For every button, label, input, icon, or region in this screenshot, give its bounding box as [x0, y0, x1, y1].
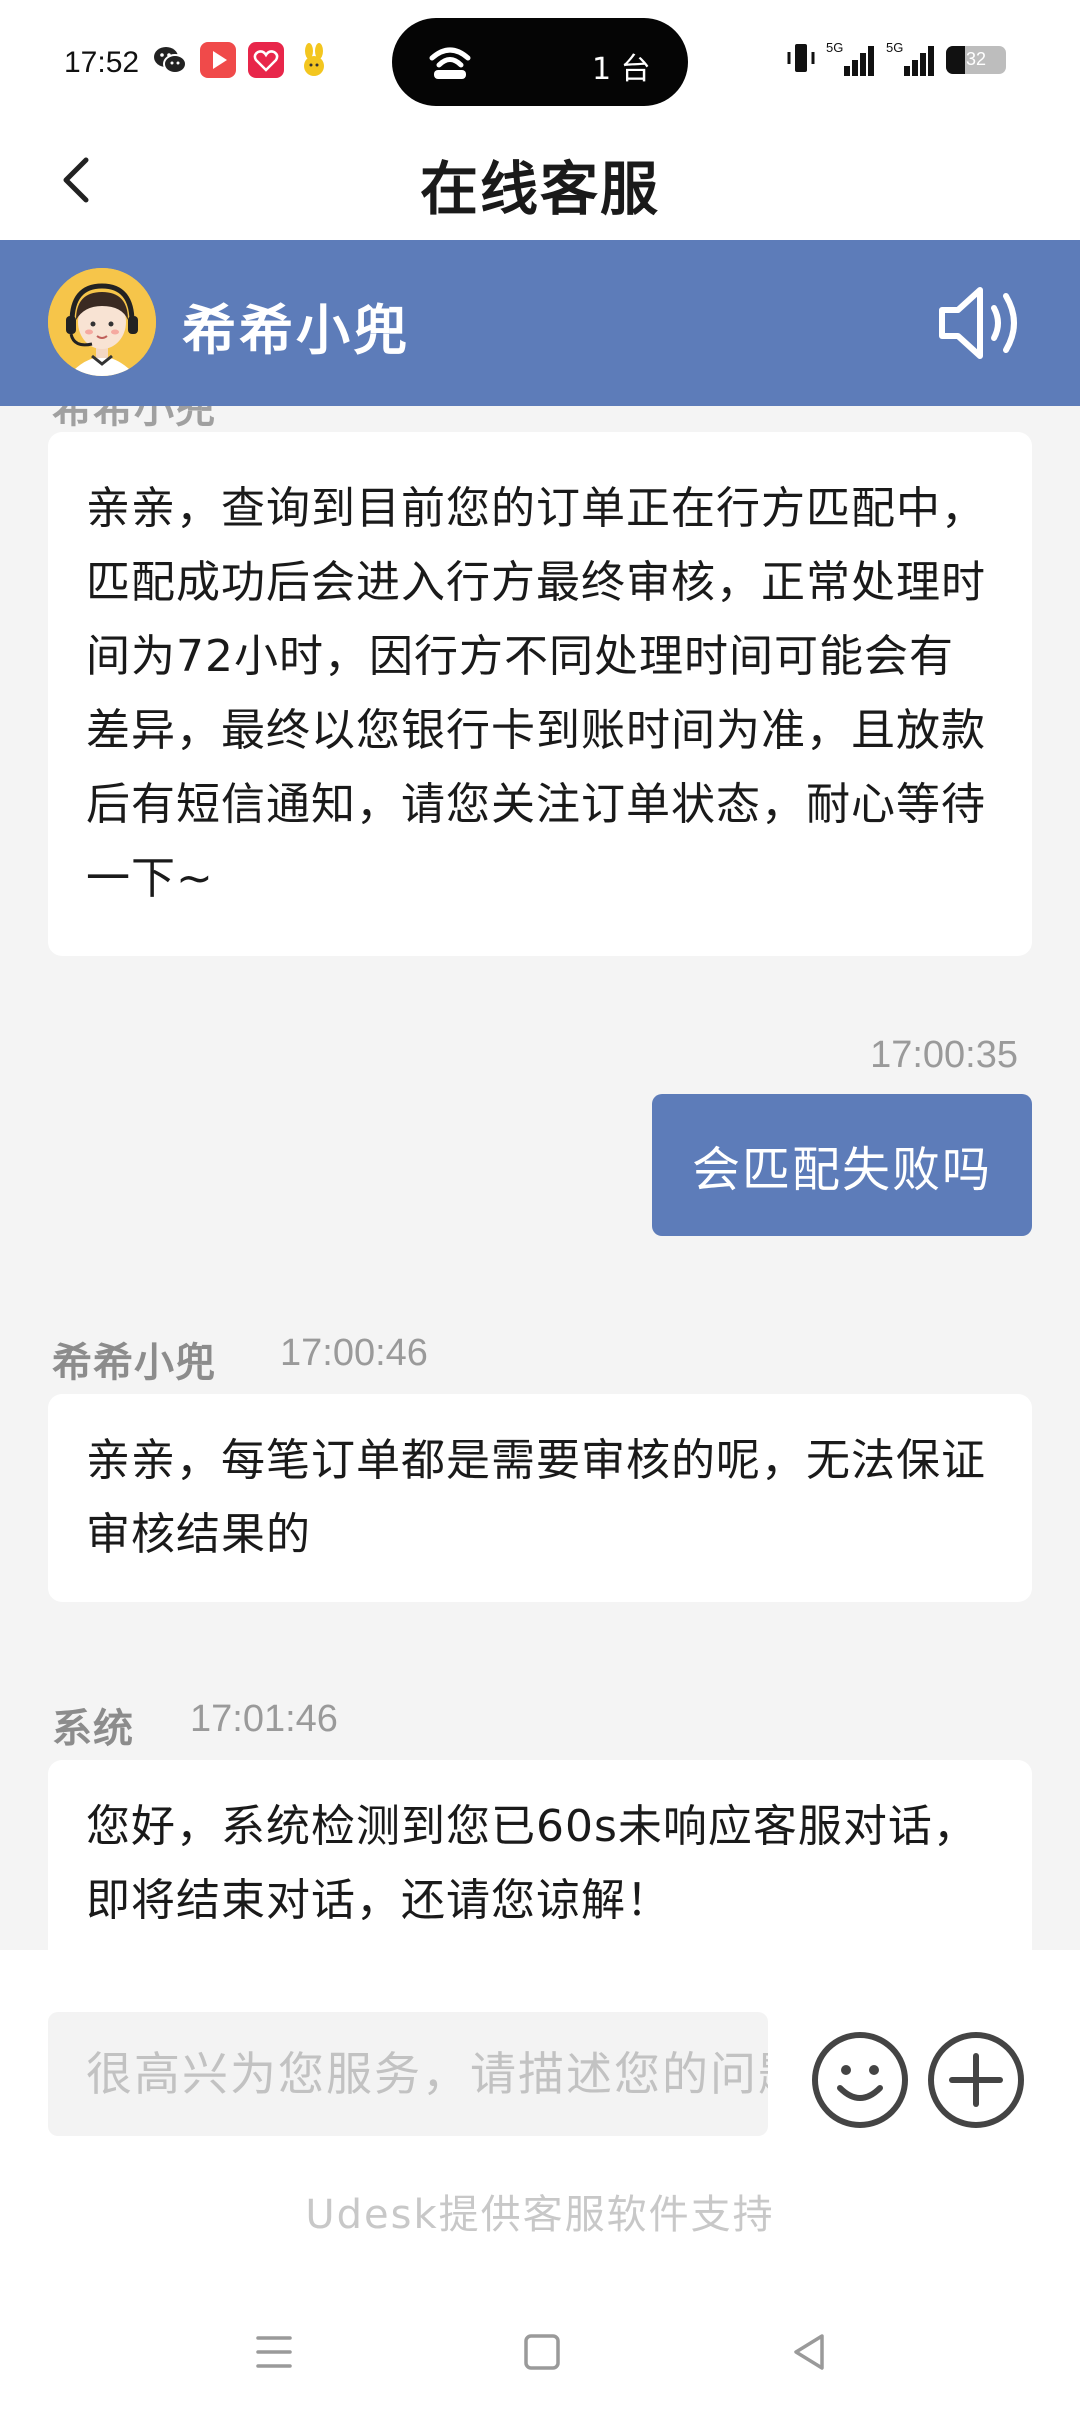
battery-icon: 32	[946, 46, 1006, 74]
status-bar: 17:52 1 台 5G 5G 32	[0, 0, 1080, 120]
emoji-icon[interactable]	[810, 2030, 910, 2130]
message-bubble-system: 您好，系统检测到您已60s未响应客服对话，即将结束对话，还请您谅解！	[48, 1760, 1032, 1950]
plus-circle-icon[interactable]	[926, 2030, 1026, 2130]
system-indicators: 5G 5G 32	[786, 40, 1006, 80]
message-text: 亲亲，每笔订单都是需要审核的呢，无法保证审核结果的	[86, 1435, 986, 1560]
message-bubble-user: 会匹配失败吗	[651, 1094, 1032, 1236]
page-title: 在线客服	[419, 155, 660, 223]
menu-icon[interactable]	[244, 2322, 304, 2382]
message-time: 17:00:35	[870, 1034, 1018, 1076]
signal-2-icon: 5G	[886, 41, 936, 78]
message-text: 会匹配失败吗	[691, 1142, 992, 1198]
speaker-icon[interactable]	[934, 280, 1030, 366]
input-placeholder: 很高兴为您服务，请描述您的问题	[86, 2047, 768, 2101]
agent-name: 希希小兜	[182, 299, 410, 362]
system-nav-bar	[0, 2300, 1080, 2412]
nav-header: 在线客服	[0, 120, 1080, 240]
wechat-icon	[152, 42, 188, 78]
message-time: 17:00:46	[280, 1332, 428, 1374]
clipped-sender-name: 希希小兜	[52, 406, 216, 432]
agent-bar: 希希小兜	[0, 240, 1080, 406]
message-bubble-agent: 亲亲，查询到目前您的订单正在行方匹配中，匹配成功后会进入行方最终审核，正常处理时…	[48, 432, 1032, 956]
message-text: 您好，系统检测到您已60s未响应客服对话，即将结束对话，还请您谅解！	[86, 1801, 978, 1926]
status-time: 17:52	[64, 46, 140, 79]
vibrate-icon	[786, 40, 816, 80]
back-triangle-icon[interactable]	[780, 2322, 840, 2382]
home-square-icon[interactable]	[512, 2322, 572, 2382]
hotspot-icon	[428, 42, 472, 86]
message-input[interactable]: 很高兴为您服务，请描述您的问题	[48, 2012, 768, 2136]
notification-icons	[152, 42, 332, 78]
signal-1-icon: 5G	[826, 41, 876, 78]
island-count: 1 台	[592, 52, 651, 87]
sender-name: 系统	[52, 1706, 134, 1752]
battery-text: 32	[965, 49, 987, 69]
message-text: 亲亲，查询到目前您的订单正在行方匹配中，匹配成功后会进入行方最终审核，正常处理时…	[86, 483, 986, 904]
red-app-icon	[248, 42, 284, 78]
yellow-rabbit-app-icon	[296, 42, 332, 78]
message-time: 17:01:46	[190, 1698, 338, 1740]
message-bubble-agent: 亲亲，每笔订单都是需要审核的呢，无法保证审核结果的	[48, 1394, 1032, 1602]
video-app-icon	[200, 42, 236, 78]
support-agent-avatar	[48, 268, 156, 376]
chat-area[interactable]: 希希小兜 亲亲，查询到目前您的订单正在行方匹配中，匹配成功后会进入行方最终审核，…	[0, 406, 1080, 1950]
powered-by-text: Udesk提供客服软件支持	[305, 2192, 775, 2238]
dynamic-island[interactable]: 1 台	[392, 18, 688, 106]
sender-name: 希希小兜	[52, 1340, 216, 1386]
